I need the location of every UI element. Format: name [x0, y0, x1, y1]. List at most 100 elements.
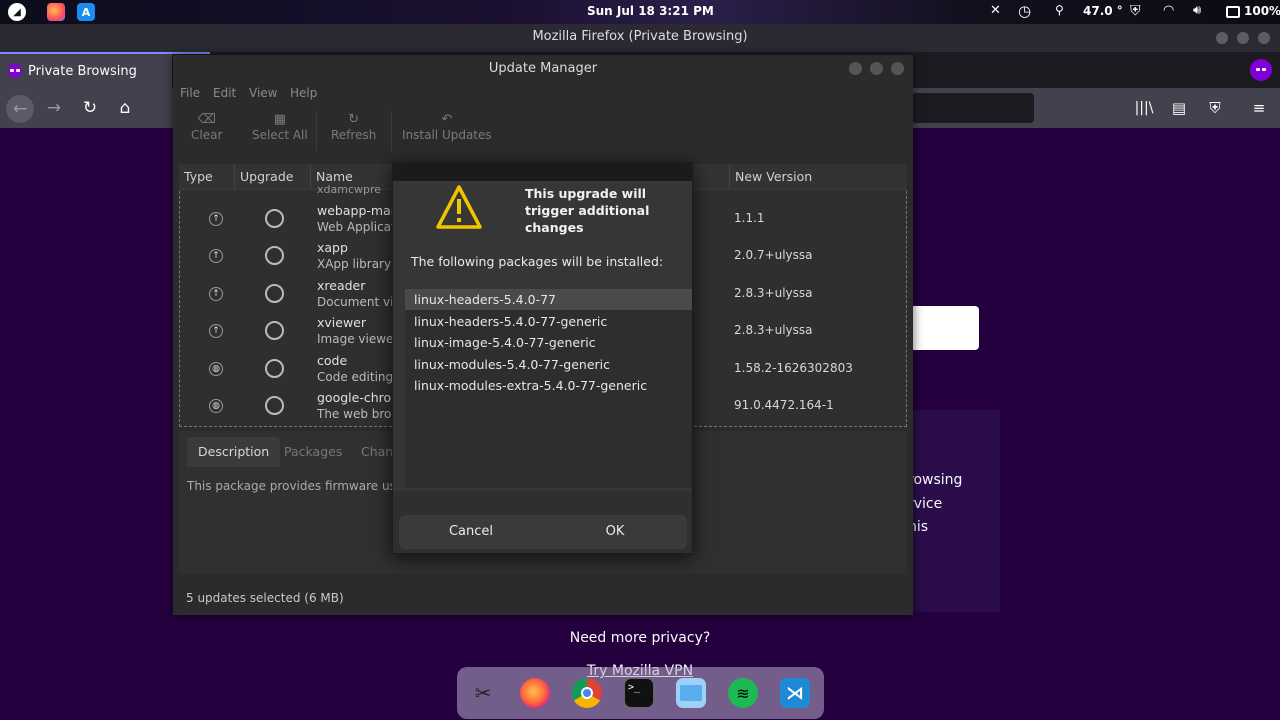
globe-icon: ◍ — [209, 362, 223, 376]
firefox-icon[interactable] — [520, 678, 550, 708]
reload-button[interactable]: ↻ — [77, 95, 103, 121]
menu-view[interactable]: View — [249, 86, 277, 100]
description-text: This package provides firmware used l — [187, 479, 418, 493]
minimize-button[interactable] — [1216, 32, 1228, 44]
column-type[interactable]: Type — [179, 164, 235, 190]
clear-button[interactable]: ⌫ Clear — [191, 112, 222, 142]
clock-icon[interactable]: ◷ — [1018, 2, 1031, 20]
maximize-button[interactable] — [870, 62, 883, 75]
dialog-subtitle: The following packages will be installed… — [411, 254, 664, 269]
wifi-icon[interactable]: ◠ — [1163, 3, 1174, 18]
upgrade-checkbox[interactable] — [265, 359, 284, 378]
close-button[interactable] — [891, 62, 904, 75]
cancel-button[interactable]: Cancel — [399, 515, 543, 549]
tab-private-browsing[interactable]: Private Browsing — [0, 54, 172, 88]
private-mask-icon — [8, 64, 22, 78]
firefox-icon[interactable] — [47, 3, 65, 21]
library-icon[interactable]: |||\ — [1131, 95, 1157, 121]
package-version: 2.0.7+ulyssa — [734, 248, 813, 262]
list-item[interactable]: linux-headers-5.4.0-77-generic — [405, 311, 692, 332]
firefox-titlebar: Mozilla Firefox (Private Browsing) — [0, 24, 1280, 52]
select-all-label: Select All — [252, 128, 308, 142]
forward-button[interactable]: → — [41, 95, 67, 121]
private-mask-icon — [1254, 63, 1268, 77]
chrome-center — [581, 687, 593, 699]
refresh-label: Refresh — [331, 128, 377, 142]
refresh-button[interactable]: ↻ Refresh — [331, 112, 376, 142]
dialog-titlebar — [393, 163, 692, 181]
close-button[interactable] — [1258, 32, 1270, 44]
list-item[interactable]: linux-modules-extra-5.4.0-77-generic — [405, 375, 692, 396]
package-name: code — [317, 353, 348, 368]
top-panel: ◢ A Sun Jul 18 3:21 PM ✕ ◷ ⚲ 47.0 ° ⛨ ◠ … — [0, 0, 1280, 24]
close-icon[interactable]: ✕ — [990, 3, 1001, 18]
menu-file[interactable]: File — [180, 86, 200, 100]
package-description: Web Applicati — [317, 220, 400, 234]
install-label: Install Updates — [402, 128, 492, 142]
refresh-icon: ↻ — [348, 112, 360, 127]
battery-icon[interactable] — [1226, 6, 1240, 18]
toolbar-separator — [391, 111, 392, 151]
package-version: 91.0.4472.164-1 — [734, 398, 834, 412]
maximize-button[interactable] — [1237, 32, 1249, 44]
need-privacy-text: Need more privacy? — [569, 630, 711, 646]
upgrade-checkbox[interactable] — [265, 396, 284, 415]
toolbar-separator — [316, 111, 317, 151]
package-name: google-chrom — [317, 390, 404, 405]
location-pin-icon[interactable]: ⚲ — [1055, 3, 1064, 17]
battery-level: 100% — [1244, 4, 1280, 18]
update-manager-titlebar: Update Manager — [173, 55, 913, 82]
warning-icon — [436, 185, 482, 229]
vscode-icon[interactable]: ⋊ — [780, 678, 810, 708]
arrow-up-icon: ↑ — [209, 249, 223, 263]
folder-shape — [680, 685, 702, 701]
list-item[interactable]: linux-modules-5.4.0-77-generic — [405, 354, 692, 375]
select-all-button[interactable]: ▦ Select All — [252, 112, 308, 142]
package-description: XApp library — [317, 257, 392, 271]
app-store-icon[interactable]: A — [77, 3, 95, 21]
sidebar-icon[interactable]: ▤ — [1166, 95, 1192, 121]
status-text: 5 updates selected (6 MB) — [186, 591, 344, 605]
temperature[interactable]: 47.0 ° — [1083, 4, 1123, 18]
window-title: Update Manager — [488, 61, 598, 76]
menu-edit[interactable]: Edit — [213, 86, 236, 100]
column-upgrade[interactable]: Upgrade — [235, 164, 311, 190]
tab-packages[interactable]: Packages — [273, 437, 353, 467]
globe-icon: ◍ — [209, 399, 223, 413]
arrow-up-icon: ↑ — [209, 212, 223, 226]
spotify-icon[interactable]: ≋ — [728, 678, 758, 708]
arrow-up-icon: ↑ — [209, 287, 223, 301]
partial-row-name: xdamcwpre — [317, 183, 382, 196]
package-version: 1.1.1 — [734, 211, 765, 225]
url-bar[interactable] — [912, 93, 1034, 123]
column-new-version[interactable]: New Version — [729, 164, 907, 190]
minimize-button[interactable] — [849, 62, 862, 75]
upgrade-checkbox[interactable] — [265, 209, 284, 228]
upgrade-checkbox[interactable] — [265, 246, 284, 265]
search-box[interactable] — [912, 306, 979, 350]
install-updates-button[interactable]: ↶ Install Updates — [402, 112, 492, 142]
home-button[interactable]: ⌂ — [112, 95, 138, 121]
chrome-icon[interactable] — [572, 678, 602, 708]
package-name: xviewer — [317, 315, 367, 330]
scissors-icon[interactable]: ✂ — [468, 678, 498, 708]
package-description: Image viewer — [317, 332, 399, 346]
upgrade-checkbox[interactable] — [265, 284, 284, 303]
menu-help[interactable]: Help — [290, 86, 317, 100]
shield-icon[interactable]: ⛨ — [1130, 3, 1141, 19]
clock[interactable]: Sun Jul 18 3:21 PM — [587, 4, 714, 18]
terminal-icon[interactable]: >_ — [624, 678, 654, 708]
firefox-window-title: Mozilla Firefox (Private Browsing) — [532, 29, 748, 44]
files-icon[interactable] — [676, 678, 706, 708]
list-item[interactable]: linux-image-5.4.0-77-generic — [405, 332, 692, 353]
ok-button[interactable]: OK — [543, 515, 687, 549]
menu-icon[interactable]: ≡ — [1246, 95, 1272, 121]
launcher-icon[interactable]: ◢ — [8, 3, 26, 21]
shield-icon[interactable]: ⛨ — [1202, 95, 1228, 121]
list-item[interactable]: linux-headers-5.4.0-77 — [405, 289, 692, 310]
info-line: rvice — [908, 496, 943, 512]
tab-description[interactable]: Description — [187, 437, 281, 467]
volume-icon[interactable]: 🔊︎ — [1193, 3, 1201, 18]
back-button[interactable]: ← — [6, 95, 34, 123]
upgrade-checkbox[interactable] — [265, 321, 284, 340]
